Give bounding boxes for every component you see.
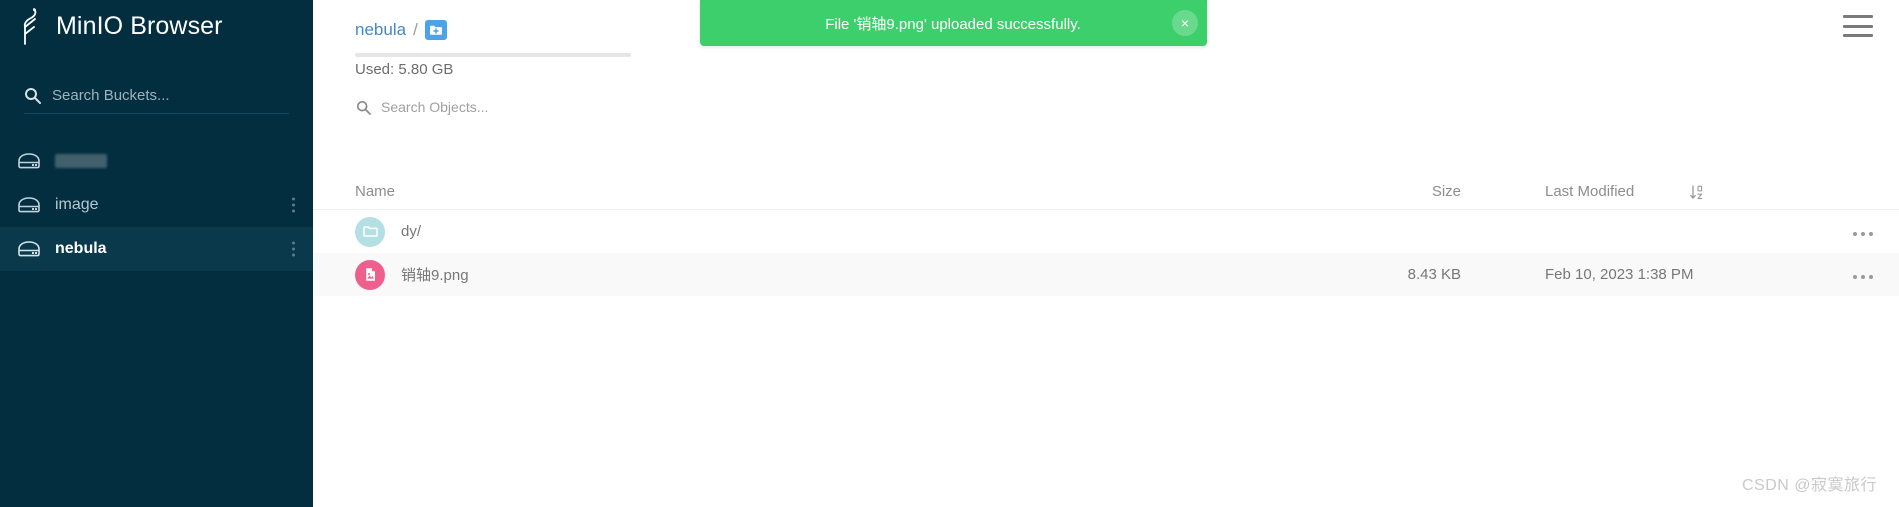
search-icon (356, 100, 371, 115)
bucket-icon (16, 148, 42, 174)
horizontal-dots-icon[interactable] (1853, 232, 1873, 236)
sidebar-item-bucket-image[interactable]: image (0, 183, 313, 227)
brand-title: MinIO Browser (56, 11, 223, 40)
table-header-row: Name Size Last Modified (313, 168, 1899, 210)
horizontal-dots-icon[interactable] (1853, 275, 1873, 279)
bucket-list: image nebula (0, 139, 313, 271)
sidebar: MinIO Browser Search Buckets... image ne… (0, 0, 313, 507)
minio-browser-window: MinIO Browser Search Buckets... image ne… (0, 0, 1899, 507)
main-content: nebula / Used: 5.80 GB Nam (313, 0, 1899, 507)
column-header-last-modified-label: Last Modified (1545, 183, 1635, 200)
storage-usage-label: Used: 5.80 GB (355, 61, 454, 78)
object-actions-cell (1833, 223, 1899, 240)
object-name-label: 销轴9.png (401, 267, 469, 284)
table-row[interactable]: 销轴9.png 8.43 KB Feb 10, 2023 1:38 PM (313, 253, 1899, 296)
sidebar-item-label (55, 154, 107, 168)
table-row[interactable]: dy/ (313, 210, 1899, 253)
toast-message: File '销轴9.png' uploaded successfully. (825, 15, 1081, 33)
bucket-icon (16, 236, 42, 262)
sidebar-item-label: nebula (55, 240, 107, 257)
bucket-menu-vertical-dots-icon[interactable] (292, 241, 295, 257)
storage-usage-bar (355, 53, 631, 57)
folder-plus-icon[interactable] (424, 20, 447, 40)
search-icon (24, 87, 41, 104)
bucket-menu-vertical-dots-icon[interactable] (292, 197, 295, 213)
search-objects-input[interactable] (381, 99, 636, 115)
object-date-cell: Feb 10, 2023 1:38 PM (1545, 266, 1694, 283)
column-header-size[interactable]: Size (1283, 183, 1533, 200)
csdn-watermark: CSDN @寂寞旅行 (1741, 477, 1877, 494)
bucket-icon (16, 192, 42, 218)
upload-success-toast: File '销轴9.png' uploaded successfully. × (700, 0, 1207, 46)
search-buckets-input[interactable] (52, 87, 289, 104)
object-name-label: dy/ (401, 223, 422, 240)
breadcrumb-separator: / (413, 20, 418, 39)
object-size-cell: 8.43 KB (1407, 266, 1461, 283)
column-header-last-modified[interactable]: Last Modified (1533, 183, 1833, 200)
brand-header: MinIO Browser (0, 0, 313, 52)
object-name-cell[interactable]: dy/ (313, 216, 1283, 247)
bucket-search[interactable] (24, 87, 289, 114)
object-search[interactable] (356, 99, 636, 115)
object-table: Name Size Last Modified dy/ 销轴9.png 8.43… (313, 168, 1899, 296)
object-actions-cell (1833, 266, 1899, 283)
sort-descending-icon[interactable] (1690, 184, 1704, 200)
sidebar-item-bucket-redacted[interactable] (0, 139, 313, 183)
breadcrumb: nebula / (355, 20, 447, 40)
sidebar-item-label: image (55, 196, 99, 213)
folder-icon (355, 216, 385, 247)
hamburger-menu-icon[interactable] (1843, 15, 1873, 37)
close-icon[interactable]: × (1172, 10, 1198, 36)
breadcrumb-bucket-link[interactable]: nebula (355, 20, 406, 40)
object-name-cell[interactable]: 销轴9.png (313, 259, 1283, 290)
minio-bird-logo-icon (14, 6, 48, 46)
column-header-name[interactable]: Name (313, 183, 1283, 200)
sidebar-item-bucket-nebula[interactable]: nebula (0, 227, 313, 271)
image-file-icon (355, 259, 385, 290)
